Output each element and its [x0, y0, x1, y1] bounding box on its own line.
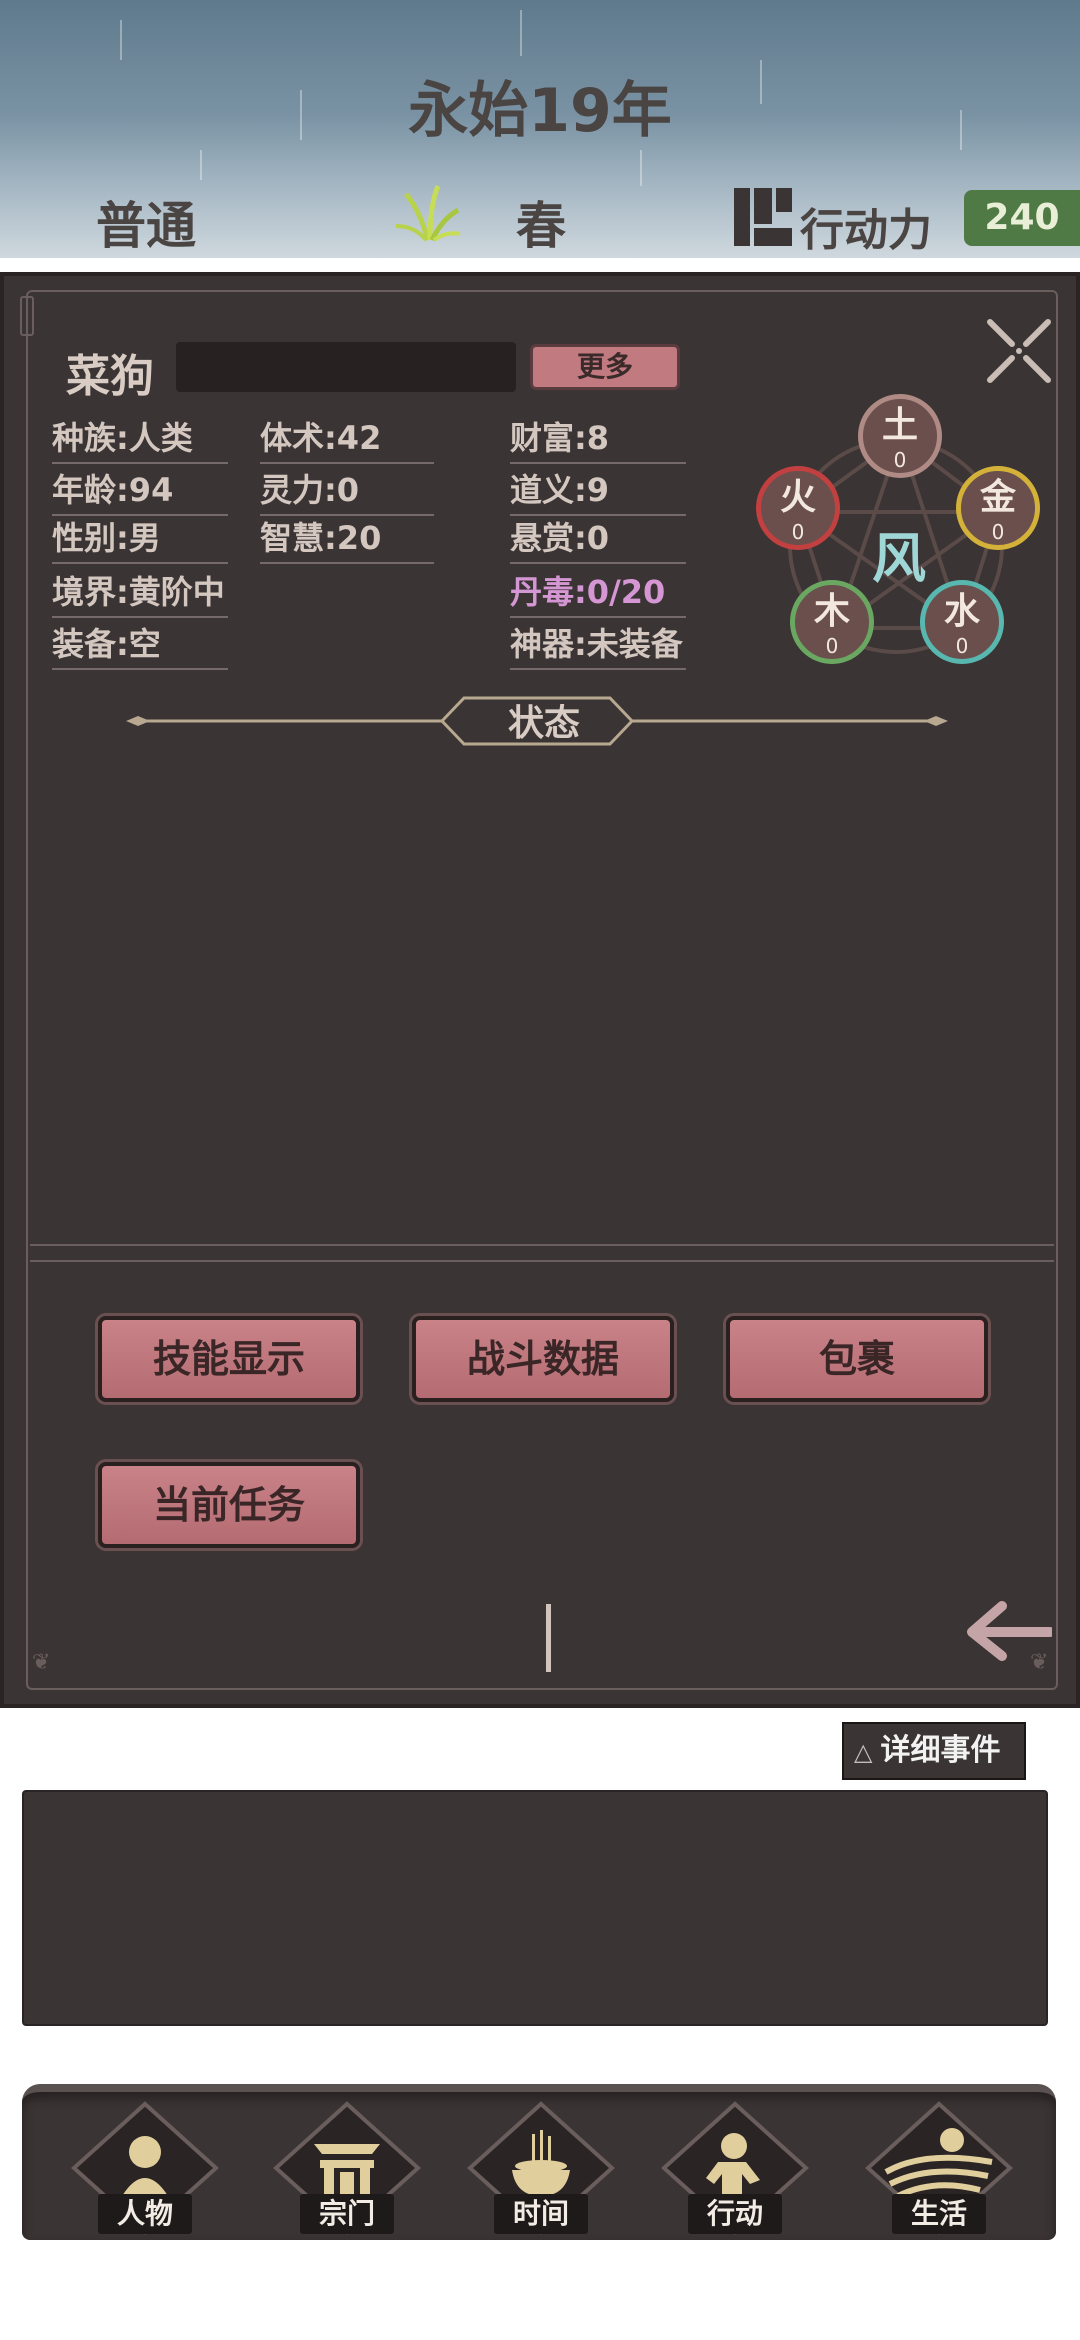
character-name: 菜狗	[66, 351, 154, 402]
detail-events-button[interactable]: △ 详细事件	[842, 1722, 1026, 1780]
battle-data-button[interactable]: 战斗数据	[412, 1316, 674, 1402]
stat-race: 种族:人类	[52, 418, 228, 464]
spirit-root-label: 风	[872, 527, 926, 590]
character-title-bar	[176, 342, 516, 392]
nav-label: 时间	[494, 2194, 588, 2234]
character-panel: 菜狗 更多 种族:人类 年龄:94 性别:男 境界:黄阶中 装备:空 体术:42…	[0, 272, 1080, 1708]
five-elements-chart: 土0 金0 水0 木0 火0 风	[744, 386, 1044, 686]
nav-action[interactable]: 行动	[660, 2100, 810, 2236]
element-water: 水0	[920, 580, 1004, 664]
element-earth: 土0	[858, 394, 942, 478]
bag-button[interactable]: 包裹	[726, 1316, 988, 1402]
close-icon[interactable]	[984, 316, 1054, 386]
stat-pill-poison: 丹毒:0/20	[510, 572, 686, 618]
detail-events-label: 详细事件	[880, 1733, 1001, 1768]
stat-age: 年龄:94	[52, 470, 228, 516]
stat-wealth: 财富:8	[510, 418, 686, 464]
current-task-button[interactable]: 当前任务	[98, 1462, 360, 1548]
stat-artifact: 神器:未装备	[510, 624, 686, 670]
stat-bounty: 悬赏:0	[510, 518, 686, 564]
year-title: 永始19年	[408, 76, 672, 146]
season-label: 春	[516, 197, 566, 255]
stat-equipment: 装备:空	[52, 624, 228, 670]
stat-body-art: 体术:42	[260, 418, 434, 464]
element-metal: 金0	[956, 466, 1040, 550]
difficulty-mode: 普通	[96, 197, 196, 255]
bottom-nav: 人物 宗门 时间 行动 生活	[22, 2084, 1056, 2240]
status-title: 状态	[507, 703, 580, 744]
stat-gender: 性别:男	[52, 518, 228, 564]
nav-character[interactable]: 人物	[70, 2100, 220, 2236]
nav-life[interactable]: 生活	[864, 2100, 1014, 2236]
action-points-label: 行动力	[800, 205, 932, 256]
nav-sect[interactable]: 宗门	[272, 2100, 422, 2236]
side-tab[interactable]	[20, 296, 34, 336]
scroll-indicator	[546, 1604, 551, 1672]
skills-button[interactable]: 技能显示	[98, 1316, 360, 1402]
event-log	[22, 1790, 1048, 2026]
triangle-icon: △	[854, 1738, 873, 1766]
more-button[interactable]: 更多	[530, 344, 680, 390]
stat-spirit: 灵力:0	[260, 470, 434, 516]
corner-ornament-icon: ❦	[1030, 1650, 1049, 1675]
spring-grass-icon	[395, 185, 461, 242]
nav-label: 行动	[688, 2194, 782, 2234]
stat-morality: 道义:9	[510, 470, 686, 516]
action-points-value: 240	[964, 190, 1080, 246]
element-wood: 木0	[790, 580, 874, 664]
action-points-icon	[734, 188, 792, 246]
element-fire: 火0	[756, 466, 840, 550]
stat-realm: 境界:黄阶中	[52, 572, 228, 618]
top-header: 永始19年 普通 春 行动力 240	[0, 0, 1080, 258]
nav-time[interactable]: 时间	[466, 2100, 616, 2236]
stat-wisdom: 智慧:20	[260, 518, 434, 564]
nav-label: 人物	[98, 2194, 192, 2234]
corner-ornament-icon: ❦	[32, 1650, 51, 1675]
nav-label: 生活	[892, 2194, 986, 2234]
nav-label: 宗门	[300, 2194, 394, 2234]
